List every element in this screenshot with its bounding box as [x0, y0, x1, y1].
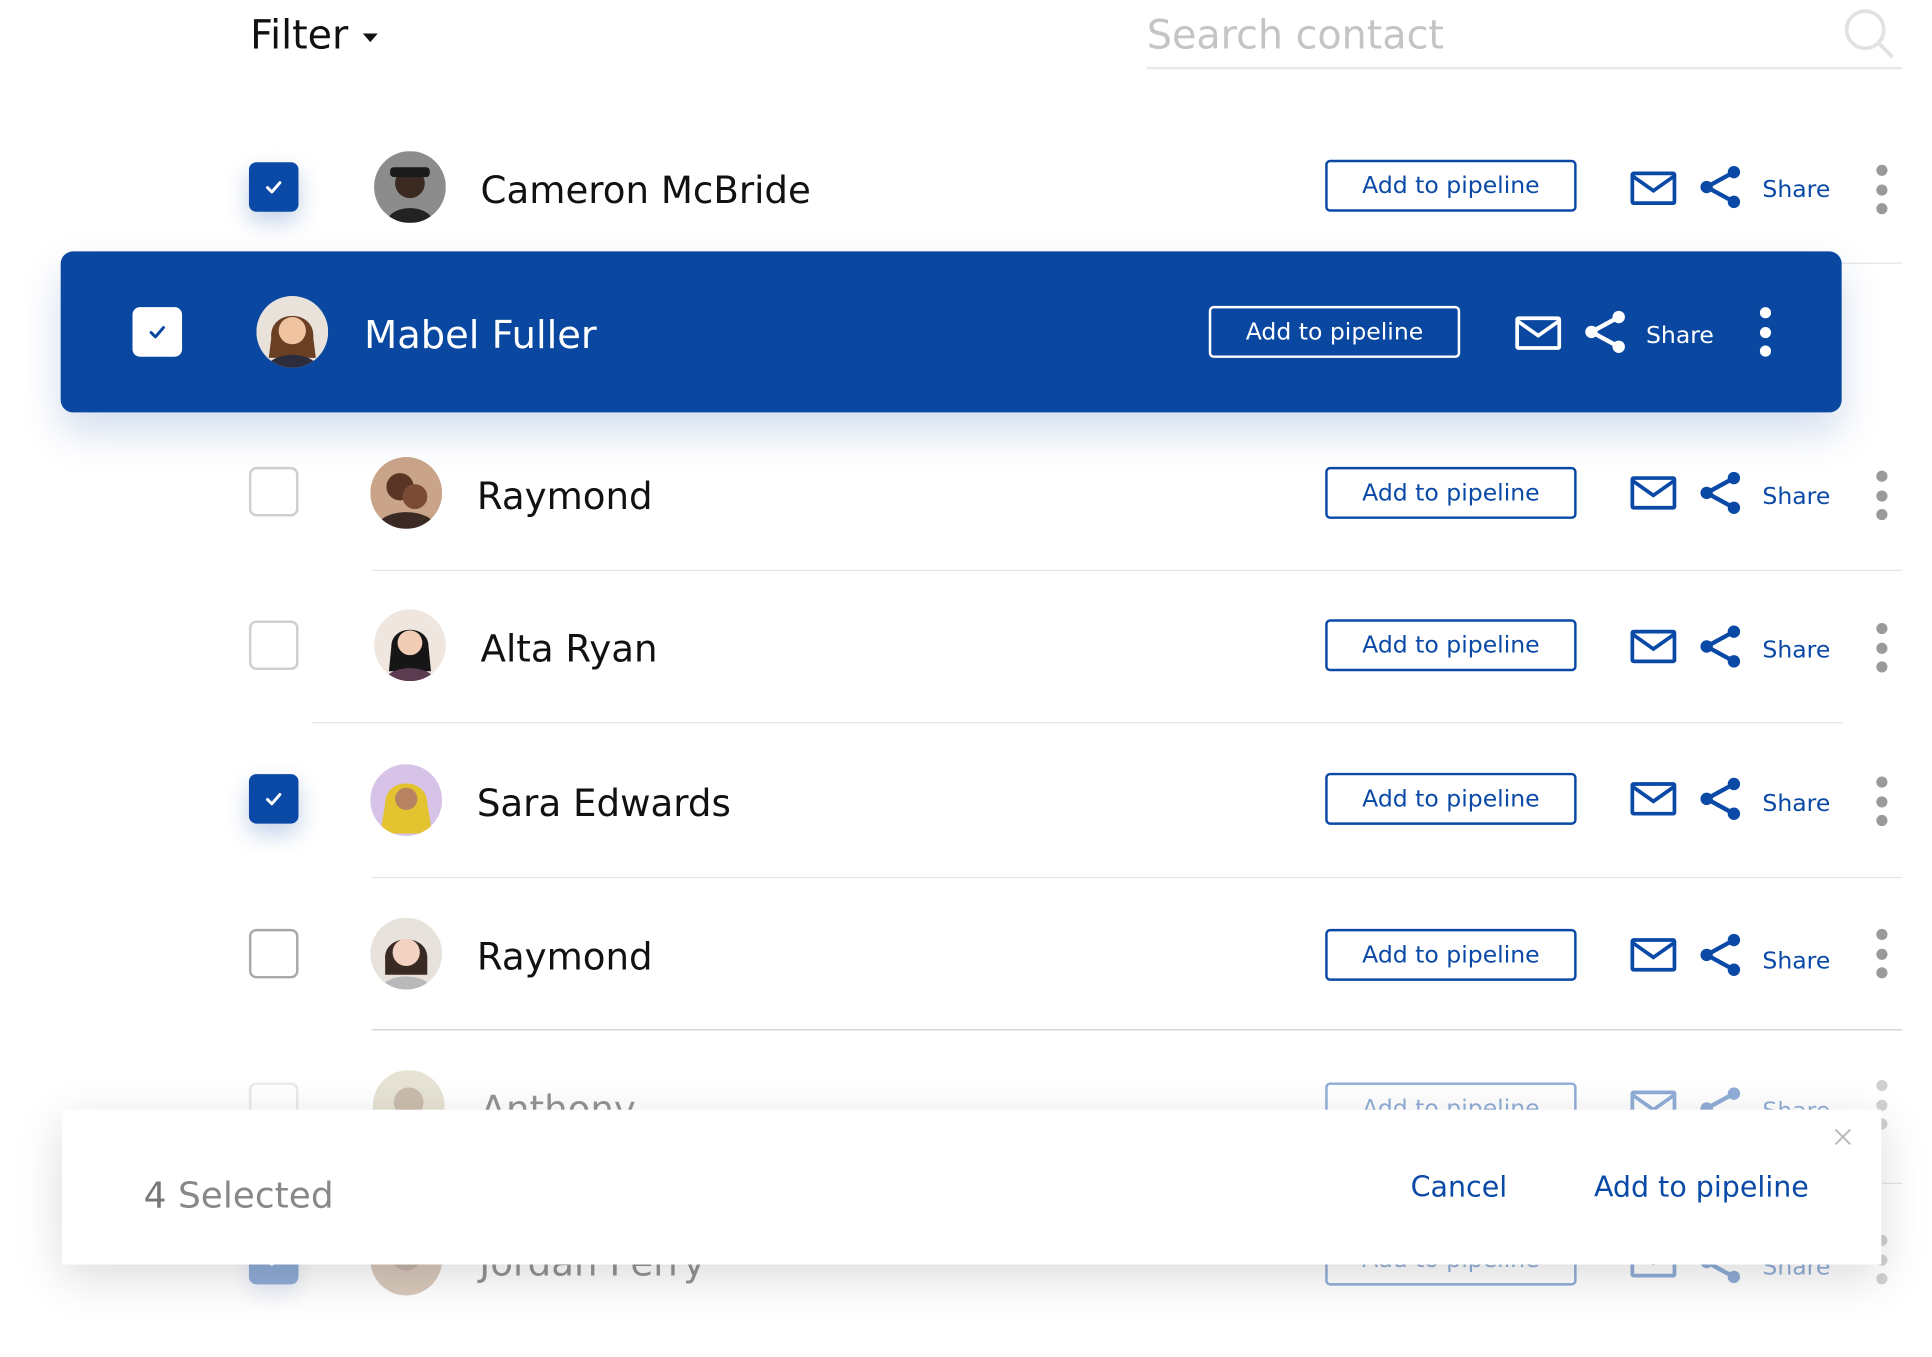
add-to-pipeline-bulk-button[interactable]: Add to pipeline	[1594, 1172, 1809, 1204]
avatar	[374, 609, 446, 682]
close-icon[interactable]	[1833, 1127, 1853, 1147]
filter-dropdown[interactable]: Filter	[250, 10, 379, 60]
row-checkbox[interactable]	[248, 466, 299, 517]
search-icon[interactable]	[1843, 7, 1895, 59]
contact-name: Raymond	[476, 475, 653, 519]
share-icon[interactable]	[1697, 931, 1744, 978]
add-to-pipeline-button[interactable]: Add to pipeline	[1325, 928, 1577, 981]
more-vertical-icon[interactable]	[1869, 928, 1894, 979]
chevron-down-icon	[363, 32, 379, 42]
contact-row: Raymond Add to pipeline Share	[0, 416, 1932, 570]
share-label[interactable]: Share	[1762, 176, 1830, 203]
row-checkbox[interactable]	[248, 928, 299, 979]
check-icon	[266, 181, 282, 194]
more-vertical-icon[interactable]	[1869, 622, 1894, 673]
row-checkbox[interactable]	[248, 162, 299, 212]
more-vertical-icon[interactable]	[1752, 307, 1777, 357]
row-checkbox[interactable]	[132, 307, 183, 357]
add-to-pipeline-button[interactable]: Add to pipeline	[1325, 466, 1577, 519]
contact-row: Cameron McBride Add to pipeline Share	[0, 111, 1932, 265]
avatar	[256, 296, 329, 368]
contact-row: Alta Ryan Add to pipeline Share	[0, 570, 1932, 724]
contact-row-highlighted[interactable]: Mabel Fuller Add to pipeline Share	[60, 251, 1842, 413]
contact-name: Mabel Fuller	[364, 313, 597, 358]
share-icon[interactable]	[1697, 163, 1744, 210]
mail-icon[interactable]	[1630, 629, 1677, 664]
share-label[interactable]: Share	[1762, 483, 1830, 510]
share-label[interactable]: Share	[1762, 790, 1830, 817]
search-input[interactable]	[1146, 7, 1791, 62]
avatar	[370, 917, 443, 990]
contact-row: Raymond Add to pipeline Share	[0, 877, 1932, 1031]
cancel-button[interactable]: Cancel	[1411, 1172, 1508, 1204]
mail-icon[interactable]	[1630, 781, 1677, 816]
add-to-pipeline-button[interactable]: Add to pipeline	[1325, 619, 1577, 672]
contact-name: Alta Ryan	[480, 627, 658, 672]
contact-row: Sara Edwards Add to pipeline Share	[0, 723, 1932, 877]
search-bar	[1146, 0, 1903, 70]
contact-name: Cameron McBride	[480, 169, 811, 214]
contacts-canvas: Filter Cameron McBride Add to pipeline S…	[0, 0, 1932, 1355]
more-vertical-icon[interactable]	[1869, 776, 1894, 827]
filter-label: Filter	[250, 11, 349, 59]
contact-name: Raymond	[476, 936, 653, 980]
share-icon[interactable]	[1697, 623, 1744, 670]
row-checkbox[interactable]	[248, 774, 299, 824]
share-label[interactable]: Share	[1762, 947, 1830, 974]
selected-count-label: Selected	[177, 1174, 334, 1217]
more-vertical-icon[interactable]	[1869, 164, 1894, 215]
share-icon[interactable]	[1582, 308, 1629, 355]
share-label[interactable]: Share	[1646, 322, 1714, 349]
add-to-pipeline-button[interactable]: Add to pipeline	[1325, 772, 1577, 825]
mail-icon[interactable]	[1630, 938, 1677, 973]
share-label[interactable]: Share	[1762, 637, 1830, 664]
check-icon	[266, 793, 282, 806]
more-vertical-icon[interactable]	[1869, 470, 1894, 521]
row-checkbox[interactable]	[248, 620, 299, 671]
share-icon[interactable]	[1697, 469, 1744, 516]
add-to-pipeline-button[interactable]: Add to pipeline	[1208, 305, 1461, 358]
contact-name: Sara Edwards	[476, 782, 731, 827]
avatar	[370, 764, 443, 836]
selected-count-number: 4	[143, 1174, 167, 1217]
add-to-pipeline-button[interactable]: Add to pipeline	[1325, 159, 1577, 212]
avatar	[370, 457, 443, 529]
contacts-screen: Filter Cameron McBride Add to pipeline S…	[0, 0, 1932, 1357]
selection-toast: 4 Selected Cancel Add to pipeline	[61, 1109, 1882, 1265]
mail-icon[interactable]	[1630, 476, 1677, 511]
mail-icon[interactable]	[1630, 171, 1677, 206]
check-icon	[149, 326, 165, 339]
mail-icon[interactable]	[1515, 316, 1562, 351]
selected-count: 4 Selected	[144, 1174, 334, 1216]
share-icon[interactable]	[1697, 775, 1744, 822]
avatar	[374, 151, 446, 223]
